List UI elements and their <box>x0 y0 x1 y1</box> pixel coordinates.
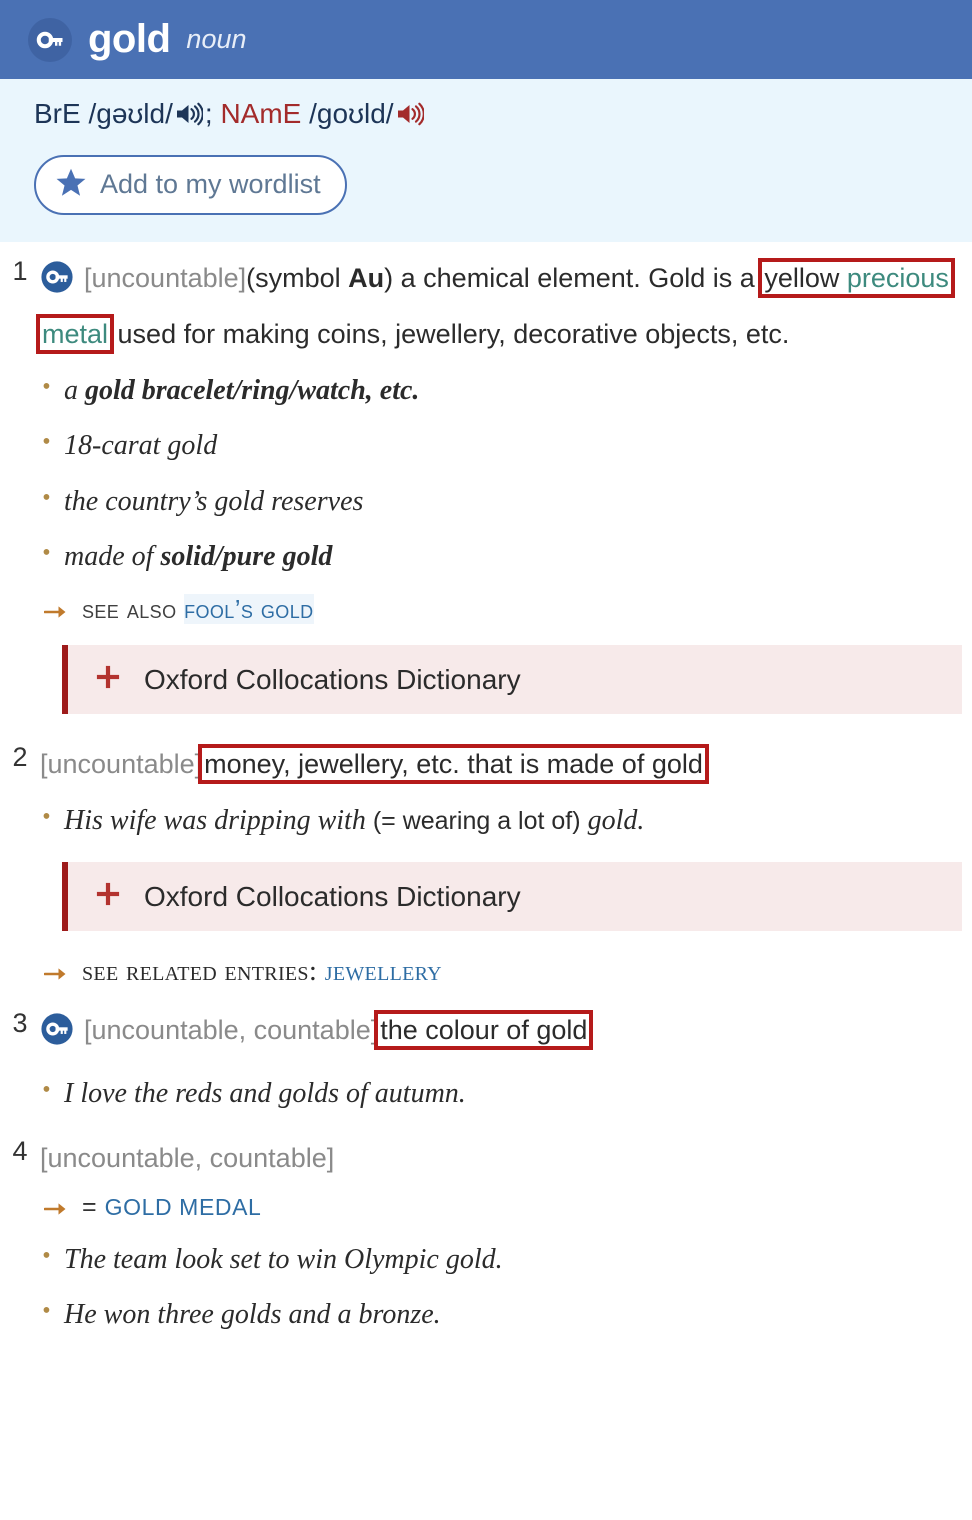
arrow-right-icon <box>43 962 70 989</box>
speaker-icon[interactable] <box>396 101 425 135</box>
see-also-row[interactable]: see also fool’s gold <box>40 584 962 631</box>
definition-line: [uncountable, countable] <box>40 1134 962 1183</box>
sense-number: 1 <box>12 256 28 286</box>
example-text-post: gold. <box>580 805 645 837</box>
grammar-label: [uncountable] <box>40 749 203 779</box>
grammar-label: [uncountable] <box>84 263 247 293</box>
see-also-label: see also <box>82 594 177 624</box>
sense-4: 4 [uncountable, countable] = GOLD MEDAL … <box>0 1122 972 1343</box>
definition-pre: (symbol <box>246 263 349 293</box>
senses-list: 1 [uncountable](symbol Au) a chemical el… <box>0 242 972 1342</box>
fools-gold-link[interactable]: fool’s gold <box>184 594 314 624</box>
definition-line: [uncountable](symbol Au) a chemical elem… <box>36 254 962 359</box>
collocations-label: Oxford Collocations Dictionary <box>144 663 521 695</box>
example-item: the country’s gold reserves <box>40 474 962 529</box>
bre-label: BrE <box>34 98 81 129</box>
example-text: The team look set to win Olympic gold. <box>64 1243 503 1275</box>
collocations-panel-2[interactable]: Oxford Collocations Dictionary <box>62 862 962 932</box>
highlight-box-3: the colour of gold <box>374 1010 594 1051</box>
examples-list: I love the reds and golds of autumn. <box>40 1066 962 1121</box>
add-to-wordlist-label: Add to my wordlist <box>100 169 321 200</box>
entry-header: gold noun <box>0 0 972 79</box>
headword: gold <box>88 17 171 61</box>
see-related-text: See related entries: Jewellery <box>82 955 442 988</box>
see-also-text: see also fool’s gold <box>82 594 314 625</box>
plus-icon <box>94 880 122 913</box>
example-text: His wife was dripping with <box>64 805 373 837</box>
pronunciation-zone: BrE /ɡəʊld/ ; NAmE /ɡoʊld/ Add to my wor… <box>0 79 972 242</box>
sense-number: 4 <box>12 1135 28 1166</box>
example-bold: gold bracelet/ring/watch, etc. <box>85 375 420 407</box>
name-phonetic: /ɡoʊld/ <box>309 98 394 129</box>
definition-line: [uncountable]money, jewellery, etc. that… <box>40 740 962 789</box>
example-item: 18-carat gold <box>40 418 962 473</box>
example-gloss: (= wearing a lot of) <box>372 807 581 836</box>
plus-icon <box>94 663 122 696</box>
collocations-label: Oxford Collocations Dictionary <box>144 880 521 912</box>
definition-post: used for making coins, jewellery, decora… <box>110 319 790 350</box>
arrow-right-icon <box>43 600 70 627</box>
sense-2: 2 [uncountable]money, jewellery, etc. th… <box>0 728 972 994</box>
example-text: I love the reds and golds of autumn. <box>64 1078 466 1110</box>
example-item: made of solid/pure gold <box>40 529 962 584</box>
arrow-right-icon <box>43 1197 70 1224</box>
highlight-pre: yellow <box>764 263 847 293</box>
sense-1: 1 [uncountable](symbol Au) a chemical el… <box>0 242 972 728</box>
sense-number: 2 <box>12 742 28 772</box>
examples-list: a gold bracelet/ring/watch, etc. 18-cara… <box>40 363 962 584</box>
highlight-box-2: money, jewellery, etc. that is made of g… <box>198 744 709 784</box>
add-to-wordlist-button[interactable]: Add to my wordlist <box>34 154 347 215</box>
definition-mid: ) a chemical element. Gold is a <box>384 263 763 293</box>
example-item: His wife was dripping with (= wearing a … <box>40 793 962 848</box>
equals-sign: = <box>82 1192 97 1221</box>
key-icon <box>40 1012 74 1062</box>
example-item: a gold bracelet/ring/watch, etc. <box>40 363 962 418</box>
example-item: He won three golds and a bronze. <box>40 1287 962 1342</box>
jewellery-link[interactable]: Jewellery <box>325 955 442 987</box>
key-icon <box>40 260 74 310</box>
see-related-entries-row[interactable]: See related entries: Jewellery <box>40 945 962 994</box>
example-text: He won three golds and a bronze. <box>64 1298 441 1330</box>
example-text: 18-carat gold <box>64 430 218 462</box>
star-icon <box>54 166 88 204</box>
grammar-label: [uncountable, countable] <box>40 1142 335 1173</box>
pron-separator: ; <box>204 98 213 129</box>
gold-medal-link[interactable]: GOLD MEDAL <box>105 1194 262 1221</box>
speaker-icon[interactable] <box>175 101 204 135</box>
key-icon <box>28 17 72 62</box>
examples-list: The team look set to win Olympic gold. H… <box>40 1232 962 1342</box>
sense-3: 3 [uncountable, countable]the colour of … <box>0 994 972 1121</box>
part-of-speech: noun <box>186 24 247 54</box>
examples-list: His wife was dripping with (= wearing a … <box>40 793 962 848</box>
see-related-label: See related entries: <box>82 955 318 988</box>
example-bold: solid/pure gold <box>160 540 333 572</box>
pronunciation-line: BrE /ɡəʊld/ ; NAmE /ɡoʊld/ <box>34 97 972 135</box>
sense-number: 3 <box>12 1008 28 1039</box>
bre-phonetic: /ɡəʊld/ <box>88 98 173 129</box>
chemical-symbol: Au <box>348 263 385 293</box>
example-text: the country’s gold reserves <box>64 485 364 517</box>
example-text: a <box>64 375 85 407</box>
name-label: NAmE <box>220 98 302 129</box>
grammar-label: [uncountable, countable] <box>84 1015 379 1046</box>
example-text: made of <box>64 540 161 572</box>
example-item: I love the reds and golds of autumn. <box>40 1066 962 1121</box>
definition-line: [uncountable, countable]the colour of go… <box>40 1006 962 1062</box>
equals-xref-row[interactable]: = GOLD MEDAL <box>40 1183 962 1228</box>
collocations-panel-1[interactable]: Oxford Collocations Dictionary <box>62 645 962 714</box>
example-item: The team look set to win Olympic gold. <box>40 1232 962 1287</box>
